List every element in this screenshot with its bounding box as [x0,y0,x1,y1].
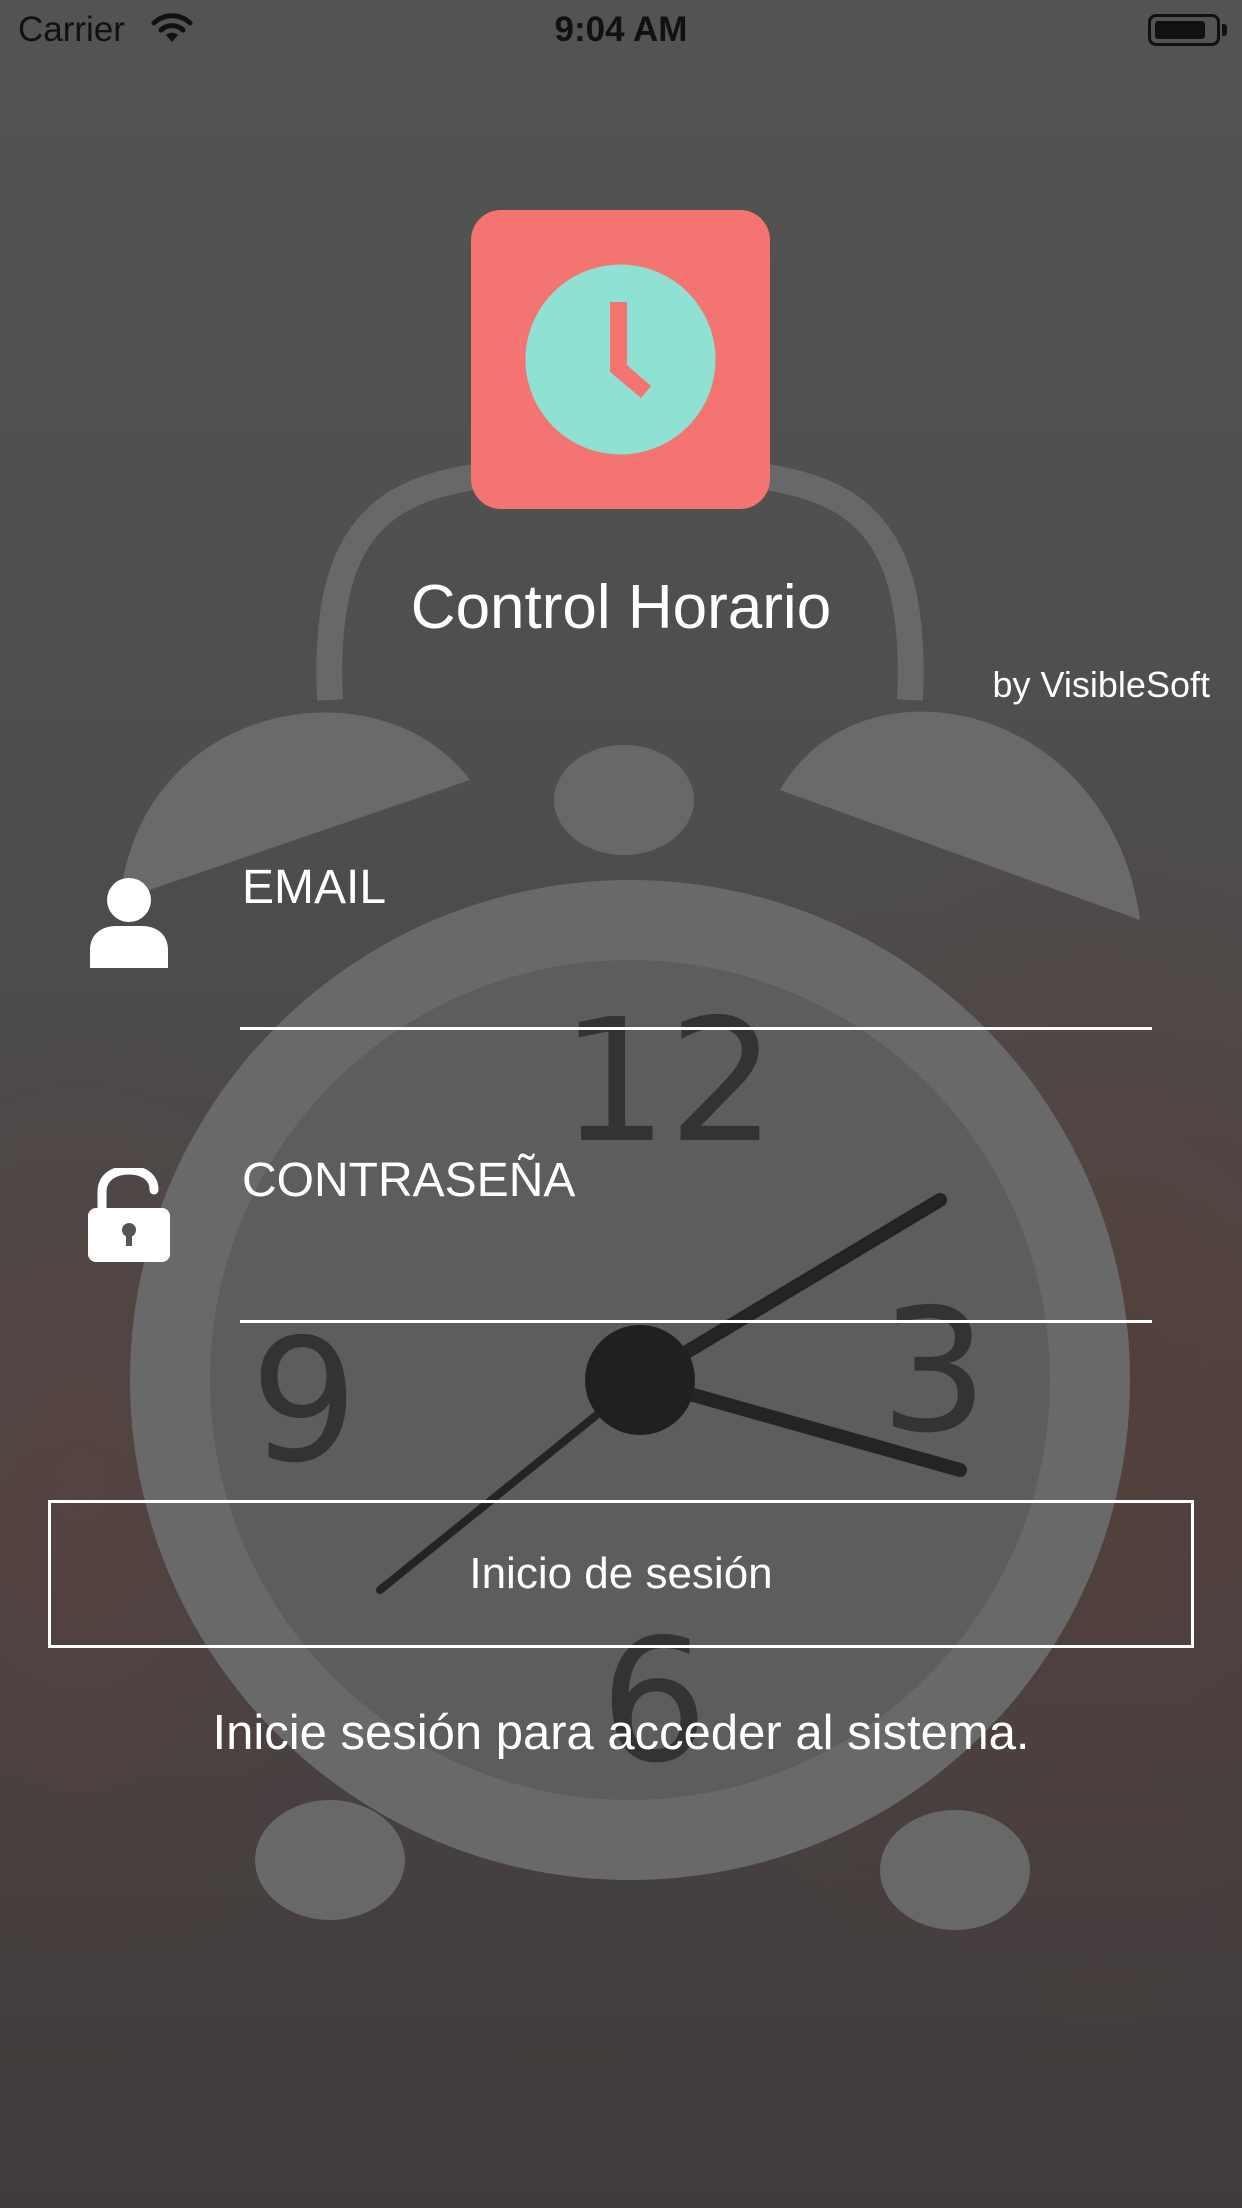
user-icon [88,876,170,973]
app-logo [471,210,770,509]
app-title: Control Horario [410,573,832,642]
login-button-label: Inicio de sesión [469,1549,773,1598]
login-button[interactable]: Inicio de sesión [48,1500,1194,1648]
email-underline [240,1027,1152,1030]
battery-icon [1148,14,1220,46]
status-bar: Carrier 9:04 AM [0,0,1242,60]
app-byline: by VisibleSoft [992,664,1210,705]
password-underline [240,1320,1152,1323]
unlock-icon [88,1165,170,1267]
clock-icon [525,264,716,455]
login-hint: Inicie sesión para acceder al sistema. [212,1706,1030,1760]
password-field[interactable]: CONTRASEÑA [242,1153,575,1208]
status-time: 9:04 AM [554,10,688,49]
email-field[interactable]: EMAIL [242,860,386,915]
